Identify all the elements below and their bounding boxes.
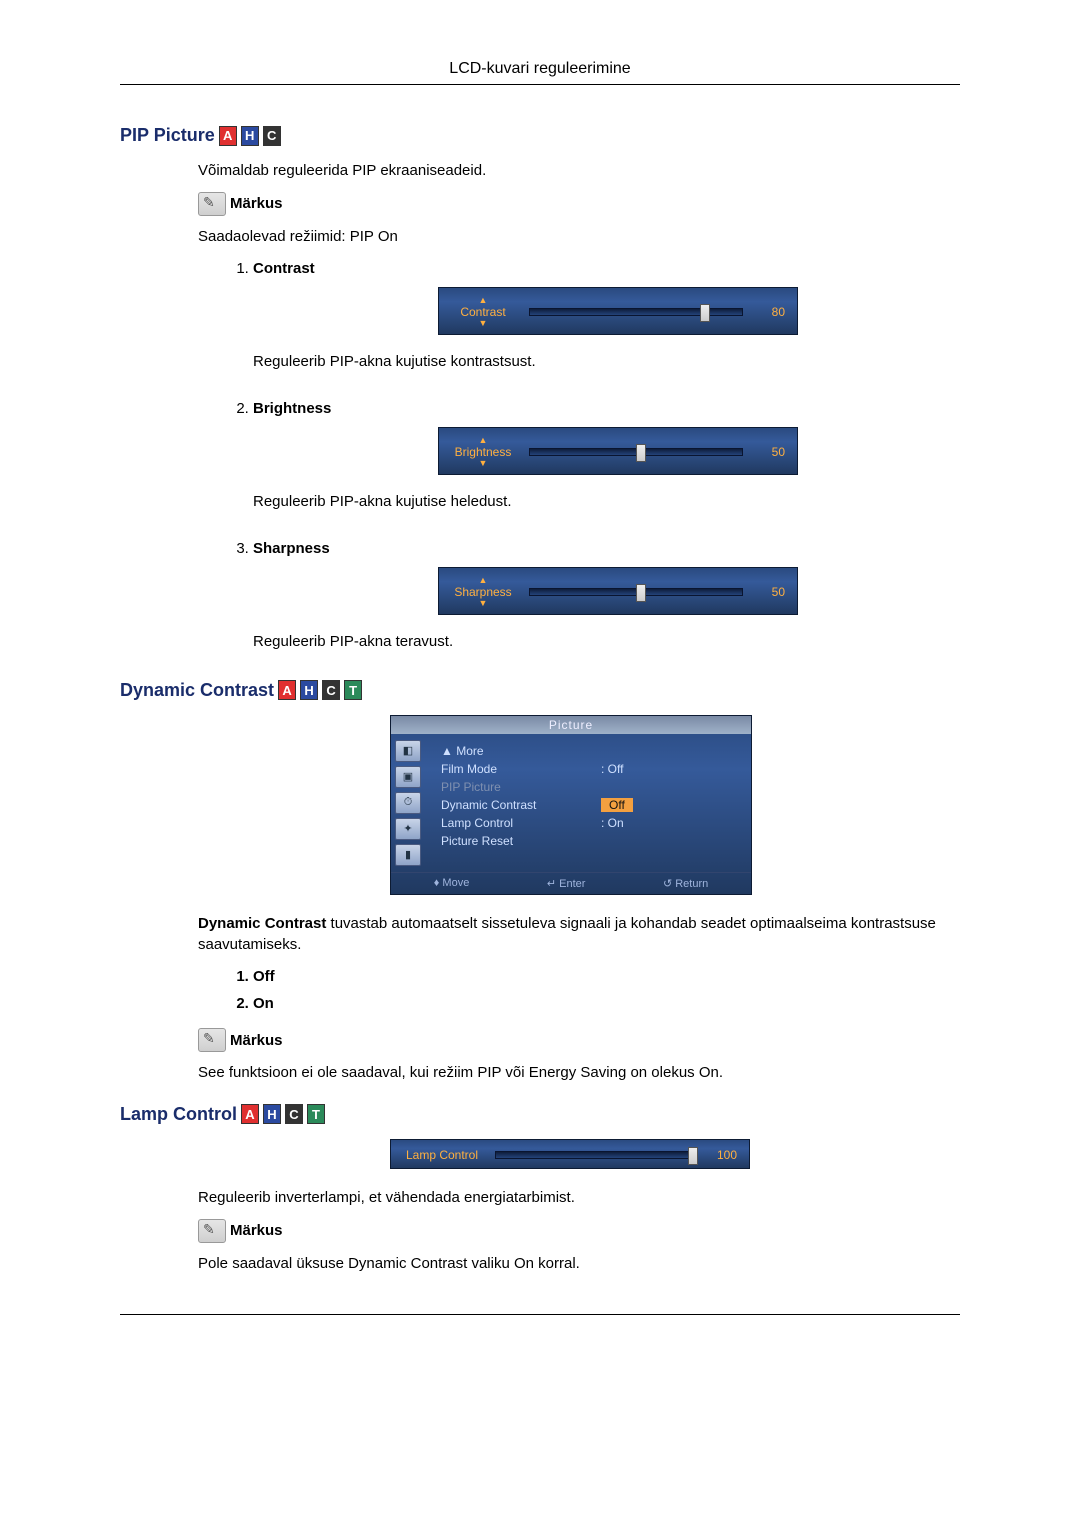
menu-row-label: Dynamic Contrast	[441, 798, 561, 812]
lamp-note-label: Märkus	[230, 1222, 283, 1239]
pip-sharpness-title: Sharpness	[253, 540, 330, 557]
pip-brightness-desc: Reguleerib PIP-akna kujutise heledust.	[253, 493, 960, 510]
menu-row-label: Film Mode	[441, 762, 561, 776]
dyn-desc-bold: Dynamic Contrast	[198, 915, 326, 932]
dyn-note-text: See funktsioon ei ole saadaval, kui reži…	[198, 1062, 960, 1084]
osd-contrast-value: 80	[757, 305, 785, 319]
page-header: LCD-kuvari reguleerimine	[120, 60, 960, 78]
osd-sharpness-value: 50	[757, 585, 785, 599]
menu-side-icon: ▮	[395, 844, 421, 866]
lamp-desc: Reguleerib inverterlampi, et vähendada e…	[198, 1187, 960, 1209]
menu-row-val: : Off	[601, 762, 623, 776]
badge-t-icon: T	[307, 1104, 325, 1124]
dyn-note-label: Märkus	[230, 1032, 283, 1049]
menu-row-label: ▲ More	[441, 744, 561, 758]
pip-item-sharpness: Sharpness ▲ Sharpness ▼ 50 Reguleerib PI…	[253, 540, 960, 650]
pip-sharpness-desc: Reguleerib PIP-akna teravust.	[253, 633, 960, 650]
menu-row-label: Lamp Control	[441, 816, 561, 830]
osd-lamp-value: 100	[709, 1148, 737, 1162]
pip-picture-heading: PIP Picture A H C	[120, 125, 960, 146]
osd-brightness-label: Brightness	[451, 445, 515, 459]
note-icon	[198, 1219, 226, 1243]
menu-footer-enter: ↵ Enter	[547, 877, 586, 890]
osd-lamp-label: Lamp Control	[403, 1148, 481, 1162]
pip-contrast-title: Contrast	[253, 260, 315, 277]
note-icon	[198, 1028, 226, 1052]
osd-sharpness-slider: ▲ Sharpness ▼ 50	[438, 567, 798, 615]
pip-picture-title: PIP Picture	[120, 125, 215, 146]
badge-h-icon: H	[241, 126, 259, 146]
badge-c-icon: C	[263, 126, 281, 146]
badge-c-icon: C	[322, 680, 340, 700]
menu-side-icon: ⏱	[395, 792, 421, 814]
badge-a-icon: A	[219, 126, 237, 146]
osd-menu-header: Picture	[391, 716, 751, 734]
pip-item-contrast: Contrast ▲ Contrast ▼ 80 Reguleerib PIP-…	[253, 260, 960, 370]
dynamic-contrast-heading: Dynamic Contrast A H C T	[120, 680, 960, 701]
bottom-rule	[120, 1314, 960, 1315]
dyn-opt-off: Off	[253, 968, 960, 985]
menu-row-label: PIP Picture	[441, 780, 561, 794]
badge-a-icon: A	[278, 680, 296, 700]
osd-picture-menu: Picture ◧ ▣ ⏱ ✦ ▮ ▲ More Film Mode: Off …	[390, 715, 752, 895]
badge-t-icon: T	[344, 680, 362, 700]
top-rule	[120, 84, 960, 85]
pip-contrast-desc: Reguleerib PIP-akna kujutise kontrastsus…	[253, 353, 960, 370]
lamp-control-title: Lamp Control	[120, 1104, 237, 1125]
osd-brightness-slider: ▲ Brightness ▼ 50	[438, 427, 798, 475]
pip-note-label: Märkus	[230, 195, 283, 212]
menu-footer-return: ↺ Return	[663, 877, 708, 890]
menu-side-icon: ✦	[395, 818, 421, 840]
pip-brightness-title: Brightness	[253, 400, 331, 417]
badge-c-icon: C	[285, 1104, 303, 1124]
badge-h-icon: H	[300, 680, 318, 700]
menu-row-val: Off	[601, 798, 633, 812]
osd-contrast-label: Contrast	[451, 305, 515, 319]
dyn-opt-on: On	[253, 995, 960, 1012]
menu-side-icon: ▣	[395, 766, 421, 788]
pip-modes: Saadaolevad režiimid: PIP On	[198, 226, 960, 248]
menu-footer-move: ♦ Move	[434, 877, 470, 890]
osd-brightness-value: 50	[757, 445, 785, 459]
lamp-control-heading: Lamp Control A H C T	[120, 1104, 960, 1125]
pip-intro: Võimaldab reguleerida PIP ekraaniseadeid…	[198, 160, 960, 182]
lamp-note-text: Pole saadaval üksuse Dynamic Contrast va…	[198, 1253, 960, 1275]
badge-a-icon: A	[241, 1104, 259, 1124]
menu-row-label: Picture Reset	[441, 834, 561, 848]
osd-sharpness-label: Sharpness	[451, 585, 515, 599]
dynamic-contrast-title: Dynamic Contrast	[120, 680, 274, 701]
note-icon	[198, 192, 226, 216]
menu-side-icon: ◧	[395, 740, 421, 762]
dyn-desc: Dynamic Contrast tuvastab automaatselt s…	[198, 913, 960, 957]
badge-h-icon: H	[263, 1104, 281, 1124]
pip-item-brightness: Brightness ▲ Brightness ▼ 50 Reguleerib …	[253, 400, 960, 510]
osd-lamp-slider: Lamp Control 100	[390, 1139, 750, 1169]
menu-row-val: : On	[601, 816, 624, 830]
osd-contrast-slider: ▲ Contrast ▼ 80	[438, 287, 798, 335]
